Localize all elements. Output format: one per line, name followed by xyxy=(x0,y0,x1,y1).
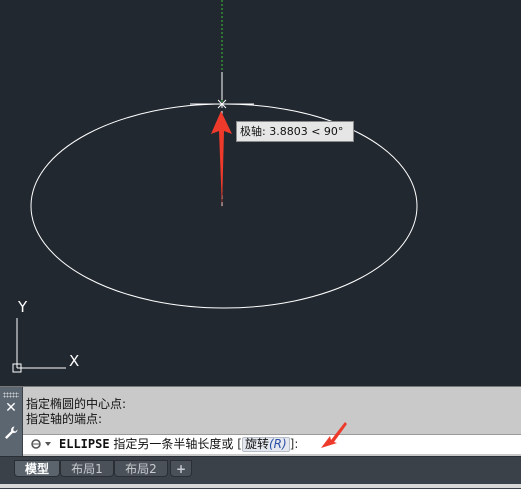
option-rotate-key: (R) xyxy=(268,437,287,451)
history-line: 指定轴的端点: xyxy=(26,412,103,426)
tab-layout2[interactable]: 布局2 xyxy=(114,460,168,477)
tab-model[interactable]: 模型 xyxy=(14,460,60,477)
option-bracket-close: ]: xyxy=(289,437,299,451)
grip-icon[interactable] xyxy=(3,392,19,398)
tab-layout1[interactable]: 布局1 xyxy=(60,460,114,477)
annotation-arrow-option xyxy=(321,422,347,448)
tab-add-layout[interactable]: + xyxy=(170,460,192,477)
command-name: ELLIPSE xyxy=(59,437,110,451)
history-line: 指定椭圆的中心点: xyxy=(26,397,127,411)
wrench-icon[interactable] xyxy=(3,425,19,441)
ucs-x-label: X xyxy=(69,352,80,370)
command-window[interactable]: ✕ 指定椭圆的中心点: 指定轴的端点: ELLIPSE 指定另一条半轴长度或 [… xyxy=(0,386,521,457)
option-rotate[interactable]: 旋转(R) xyxy=(241,437,290,452)
command-window-handle[interactable]: ✕ xyxy=(0,387,23,457)
command-input[interactable]: ELLIPSE 指定另一条半轴长度或 [旋转(R)]: xyxy=(23,434,521,454)
close-icon[interactable]: ✕ xyxy=(4,401,18,415)
drawing-canvas[interactable] xyxy=(0,0,521,386)
crosshair-cursor xyxy=(190,72,254,109)
option-rotate-label: 旋转 xyxy=(244,437,269,451)
command-prompt: 指定另一条半轴长度或 xyxy=(113,437,234,451)
command-history: 指定椭圆的中心点: 指定轴的端点: xyxy=(26,397,126,427)
annotation-arrow-up xyxy=(211,111,232,209)
status-strip xyxy=(0,484,521,488)
command-prompt-icon[interactable] xyxy=(29,437,53,451)
ucs-icon xyxy=(12,318,66,373)
ellipse-preview xyxy=(30,103,418,309)
command-prompt-text: ELLIPSE 指定另一条半轴长度或 [旋转(R)]: xyxy=(59,437,298,452)
polar-tooltip: 极轴: 3.8803 < 90° xyxy=(236,121,354,142)
ucs-y-label: Y xyxy=(18,298,28,316)
